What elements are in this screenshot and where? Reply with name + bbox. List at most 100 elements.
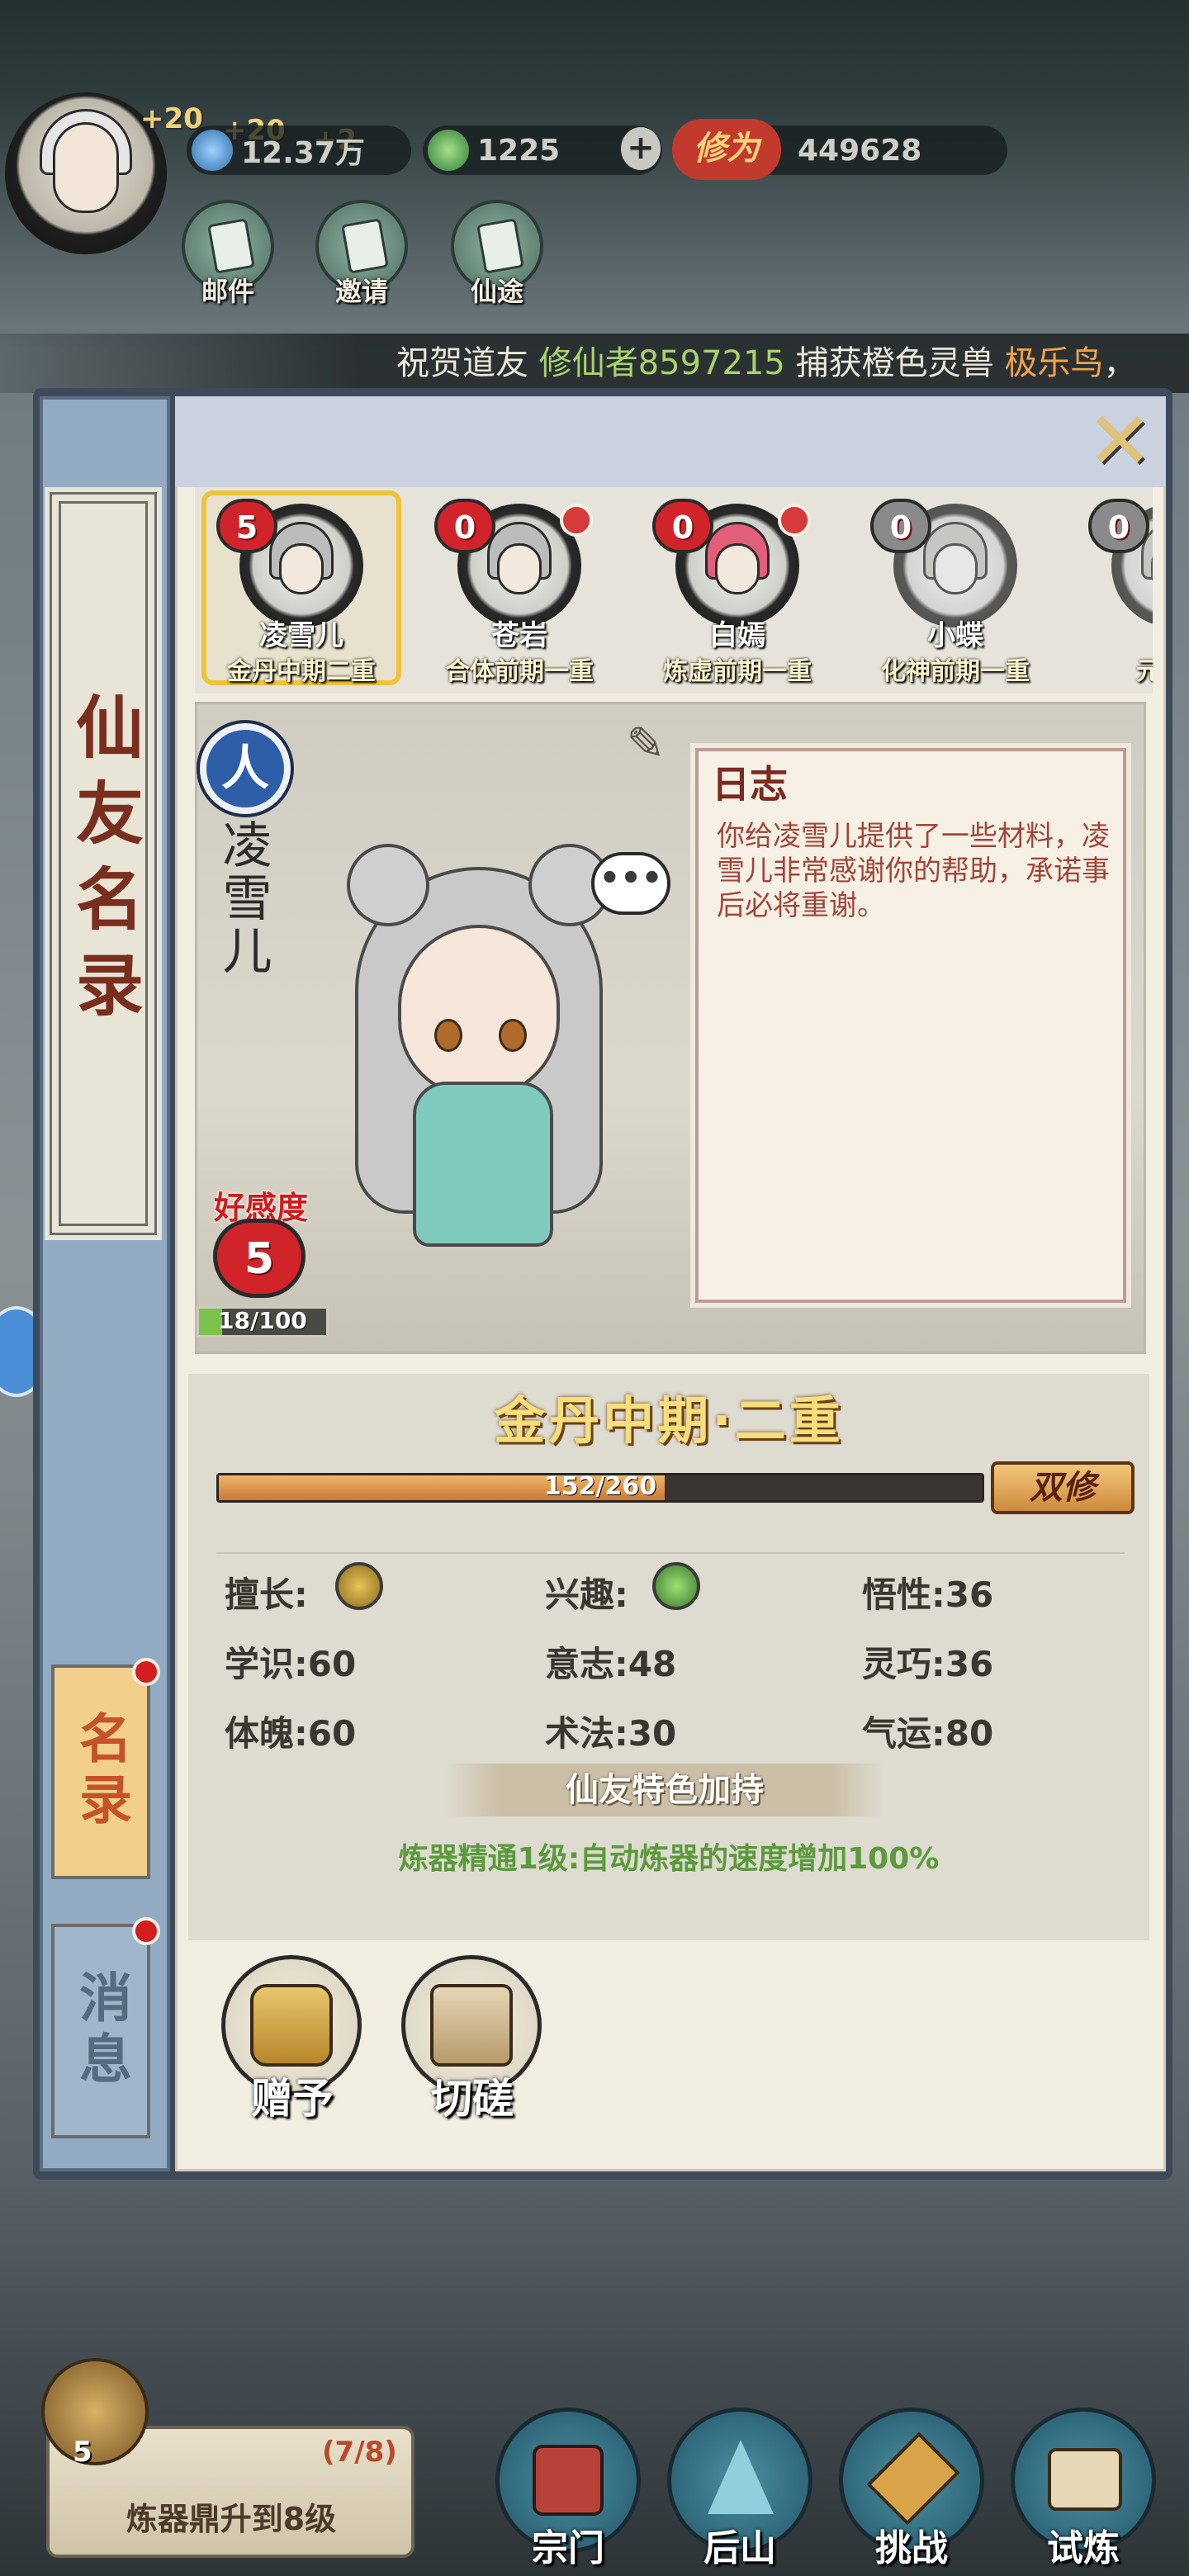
stat-comprehension: 悟性:36 xyxy=(862,1574,994,1615)
resource-jade[interactable]: 1225 + xyxy=(423,125,662,175)
notification-dot xyxy=(778,504,811,537)
marquee-suffix: ， xyxy=(1103,344,1137,382)
interest-label: 兴趣: xyxy=(545,1574,628,1615)
task-progress: (7/8) xyxy=(322,2436,397,2469)
task-text: 炼器鼎升到8级 xyxy=(126,2501,337,2537)
character-face xyxy=(398,925,560,1098)
cultivation-realm: 金丹中期·二重 xyxy=(494,1390,844,1451)
portrait-face xyxy=(497,543,542,594)
favor-heart-icon: 5 xyxy=(213,1219,306,1298)
friend-name: 小蝶 xyxy=(927,619,983,652)
resource-value: 1225 xyxy=(477,133,561,168)
dual-cultivation-button[interactable]: 双修 xyxy=(991,1461,1135,1514)
edit-brush-icon[interactable]: ✎ xyxy=(613,712,679,778)
friend-card[interactable]: 0 苍岩 合体前期一重 xyxy=(413,487,626,694)
spar-label: 切磋 xyxy=(431,2075,514,2123)
resource-value: 12.37万 xyxy=(241,136,365,170)
resource-value: 449628 xyxy=(798,133,922,168)
specialty-icon[interactable] xyxy=(335,1562,383,1610)
path-icon xyxy=(476,218,524,274)
mountain-icon xyxy=(708,2440,774,2514)
eye xyxy=(434,1019,462,1052)
friend-realm: 元婴前 xyxy=(1136,657,1153,686)
friend-name: 凌雪儿 xyxy=(259,619,343,652)
cultivation-icon: 修为 xyxy=(672,119,781,180)
mail-icon xyxy=(207,218,255,274)
affinity-heart-icon: 0 xyxy=(870,499,931,553)
specialty-label: 擅长: xyxy=(225,1574,308,1615)
cultivation-progress-text: 152/260 xyxy=(543,1472,657,1501)
stat-knowledge: 学识:60 xyxy=(225,1644,357,1684)
hair-bun xyxy=(347,844,429,926)
favor-progress-text: 18/100 xyxy=(218,1307,307,1334)
nav-trial-label: 试炼 xyxy=(1047,2527,1120,2569)
mail-label: 邮件 xyxy=(201,276,254,307)
gift-icon xyxy=(250,1984,333,2067)
jade-icon xyxy=(428,130,469,171)
affinity-heart-icon: 0 xyxy=(434,499,495,553)
challenge-icon xyxy=(866,2432,960,2526)
marquee-beast: 极乐鸟 xyxy=(1004,344,1104,382)
path-label: 仙途 xyxy=(470,276,523,307)
gain-label: +20 xyxy=(140,102,203,135)
resource-cultivation: 修为 449628 xyxy=(672,119,1007,180)
notification-dot xyxy=(132,1917,160,1945)
trial-icon xyxy=(1048,2448,1122,2511)
marquee-player: 修仙者8597215 xyxy=(538,344,785,382)
friend-realm: 合体前期一重 xyxy=(445,657,594,686)
friend-name: 白嫣 xyxy=(709,619,765,652)
friends-list: 5 凌雪儿 金丹中期二重 0 苍岩 合体前期一重 0 白嫣 炼虚前期一重 0 小… xyxy=(195,487,1153,694)
portrait-face xyxy=(933,543,978,594)
tab-messages[interactable]: 消息 xyxy=(51,1924,150,2138)
chat-bubble-icon[interactable]: ••• xyxy=(591,852,670,915)
close-button[interactable]: ✕ xyxy=(1078,400,1161,482)
marquee-prefix: 祝贺道友 xyxy=(396,344,539,382)
nav-mountain-label: 后山 xyxy=(703,2527,776,2569)
nav-sect-label: 宗门 xyxy=(532,2527,604,2569)
friend-realm: 炼虚前期一重 xyxy=(663,657,812,686)
character-robe xyxy=(413,1082,553,1247)
stat-dexterity: 灵巧:36 xyxy=(862,1644,994,1684)
human-type-badge: 人 xyxy=(197,720,294,817)
eye xyxy=(499,1019,527,1052)
log-title: 日志 xyxy=(712,762,788,807)
special-bonus-header: 仙友特色加持 xyxy=(446,1764,883,1816)
interest-icon[interactable] xyxy=(652,1562,700,1610)
add-jade-button[interactable]: + xyxy=(621,127,661,170)
treasure-chest-icon[interactable] xyxy=(41,2358,149,2465)
notification-dot xyxy=(560,504,593,537)
sect-icon xyxy=(533,2445,604,2516)
friend-realm: 金丹中期二重 xyxy=(227,657,376,686)
friend-realm: 化神前期一重 xyxy=(881,657,1030,686)
friend-name: 紫 xyxy=(1067,613,1153,653)
nav-challenge-label: 挑战 xyxy=(875,2527,948,2569)
gift-label: 赠予 xyxy=(251,2075,334,2123)
friend-name: 苍岩 xyxy=(491,619,547,652)
affinity-heart-icon: 5 xyxy=(216,499,277,553)
friend-card[interactable]: 0 白嫣 炼虚前期一重 xyxy=(631,487,844,694)
friend-card[interactable]: 0 小蝶 化神前期一重 xyxy=(849,487,1062,694)
divider xyxy=(216,1552,1125,1554)
scroll-icon xyxy=(430,1984,513,2067)
friend-card[interactable]: 0 紫 元婴前 xyxy=(1067,487,1153,694)
close-icon: ✕ xyxy=(1086,395,1153,487)
stat-will: 意志:48 xyxy=(545,1644,677,1684)
notification-dot xyxy=(132,1658,160,1686)
portrait-face xyxy=(715,543,760,594)
special-bonus-text: 炼器精通1级:自动炼器的速度增加100% xyxy=(398,1842,940,1876)
stat-physique: 体魄:60 xyxy=(225,1713,357,1754)
chest-count: 5 xyxy=(73,2436,92,2469)
panel-title: 仙友名录 xyxy=(59,501,148,1226)
tab-directory[interactable]: 名录 xyxy=(51,1664,150,1879)
resource-spirit-stone[interactable]: 12.37万 xyxy=(187,125,411,175)
stat-spellcraft: 术法:30 xyxy=(545,1713,677,1754)
portrait-face xyxy=(279,543,324,594)
avatar-face xyxy=(53,122,119,213)
affinity-heart-icon: 0 xyxy=(1088,499,1149,553)
friend-card[interactable]: 5 凌雪儿 金丹中期二重 xyxy=(195,487,408,694)
log-text: 你给凌雪儿提供了一些材料，凌雪儿非常感谢你的帮助，承诺事后必将重谢。 xyxy=(717,820,1110,922)
stat-luck: 气运:80 xyxy=(862,1713,994,1754)
marquee-middle: 捕获橙色灵兽 xyxy=(784,344,1005,382)
announcement-marquee: 祝贺道友 修仙者8597215 捕获橙色灵兽 极乐鸟， xyxy=(0,334,1189,393)
main-panel-header xyxy=(175,396,1166,487)
